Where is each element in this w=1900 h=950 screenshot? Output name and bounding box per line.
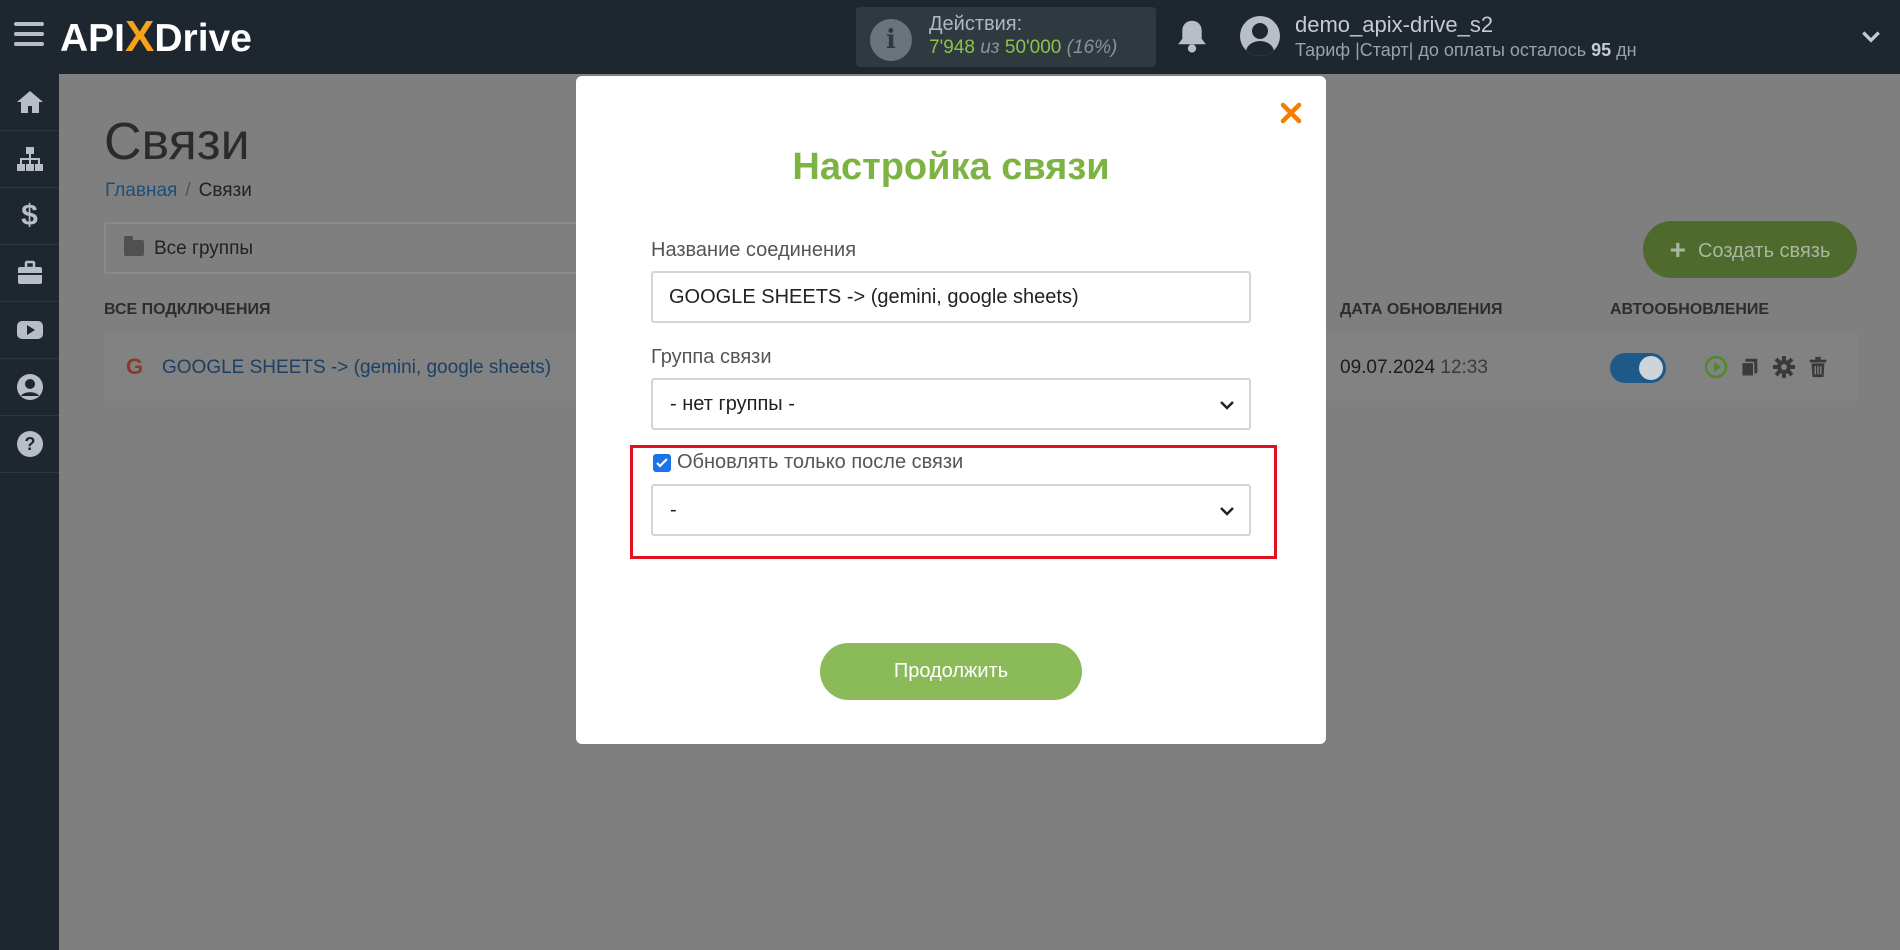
tariff-info: Тариф |Старт| до оплаты осталось 95 дн: [1295, 40, 1637, 60]
bell-icon[interactable]: [1175, 18, 1209, 54]
briefcase-icon: [17, 260, 42, 284]
google-icon: G: [126, 354, 144, 379]
auto-update-toggle[interactable]: [1610, 353, 1666, 383]
avatar[interactable]: [1240, 16, 1280, 56]
chevron-down-icon: [1220, 507, 1234, 516]
update-after-label[interactable]: Обновлять только после связи: [677, 451, 963, 474]
sidebar-item-services[interactable]: [0, 245, 59, 302]
help-icon: ?: [16, 431, 43, 457]
column-header-update-date: ДАТА ОБНОВЛЕНИЯ: [1340, 301, 1503, 318]
sidebar-item-profile[interactable]: [0, 359, 59, 416]
create-connection-button[interactable]: + Создать связь: [1643, 221, 1857, 278]
sidebar-item-home[interactable]: [0, 74, 59, 131]
sidebar-item-connections[interactable]: [0, 131, 59, 188]
user-icon: [16, 374, 43, 400]
sidebar-item-help[interactable]: ?: [0, 416, 59, 473]
copy-icon[interactable]: [1738, 353, 1762, 381]
modal-title: Настройка связи: [792, 146, 1110, 188]
folder-icon: [124, 236, 144, 256]
connection-group-select[interactable]: - нет группы -: [651, 378, 1251, 430]
sidebar: $ ?: [0, 74, 59, 950]
svg-text:?: ?: [24, 434, 35, 454]
info-icon: i: [870, 19, 912, 61]
update-after-select[interactable]: -: [651, 484, 1251, 536]
actions-label: Действия:: [929, 13, 1023, 35]
connection-name-link[interactable]: GOOGLE SHEETS -> (gemini, google sheets): [162, 357, 551, 379]
actions-counter: i Действия: 7'948 из 50'000 (16%): [856, 7, 1156, 67]
dollar-icon: $: [21, 199, 38, 232]
column-header-connections: ВСЕ ПОДКЛЮЧЕНИЯ: [104, 301, 271, 318]
close-icon[interactable]: [1276, 98, 1306, 128]
breadcrumb: Главная / Связи: [105, 180, 252, 201]
chevron-down-icon[interactable]: [1860, 26, 1882, 48]
connection-name-input[interactable]: [651, 271, 1251, 323]
connection-settings-modal: Настройка связи Название соединения Груп…: [576, 76, 1326, 744]
sitemap-icon: [16, 147, 43, 171]
connection-group-label: Группа связи: [651, 346, 772, 368]
user-name[interactable]: demo_apix-drive_s2: [1295, 12, 1493, 38]
youtube-icon: [16, 321, 43, 339]
home-icon: [16, 91, 43, 113]
trash-icon[interactable]: [1806, 353, 1830, 381]
update-date: 09.07.2024 12:33: [1340, 357, 1488, 378]
actions-counts: 7'948 из 50'000 (16%): [929, 37, 1118, 58]
connection-name-label: Название соединения: [651, 239, 857, 261]
play-icon[interactable]: [1704, 353, 1728, 381]
page-title: Связи: [104, 113, 250, 171]
logo[interactable]: APIXDrive: [60, 12, 252, 62]
chevron-down-icon: [1220, 401, 1234, 410]
continue-button[interactable]: Продолжить: [820, 643, 1082, 700]
update-after-checkbox[interactable]: [653, 454, 671, 472]
sidebar-item-billing[interactable]: $: [0, 188, 59, 245]
menu-icon[interactable]: [14, 22, 44, 50]
gear-icon[interactable]: [1772, 353, 1796, 381]
top-bar: APIXDrive i Действия: 7'948 из 50'000 (1…: [0, 0, 1900, 74]
breadcrumb-home-link[interactable]: Главная: [105, 180, 177, 201]
sidebar-item-videos[interactable]: [0, 302, 59, 359]
breadcrumb-current: Связи: [198, 180, 252, 201]
check-icon: [656, 458, 668, 468]
column-header-auto-update: АВТООБНОВЛЕНИЕ: [1610, 301, 1770, 318]
